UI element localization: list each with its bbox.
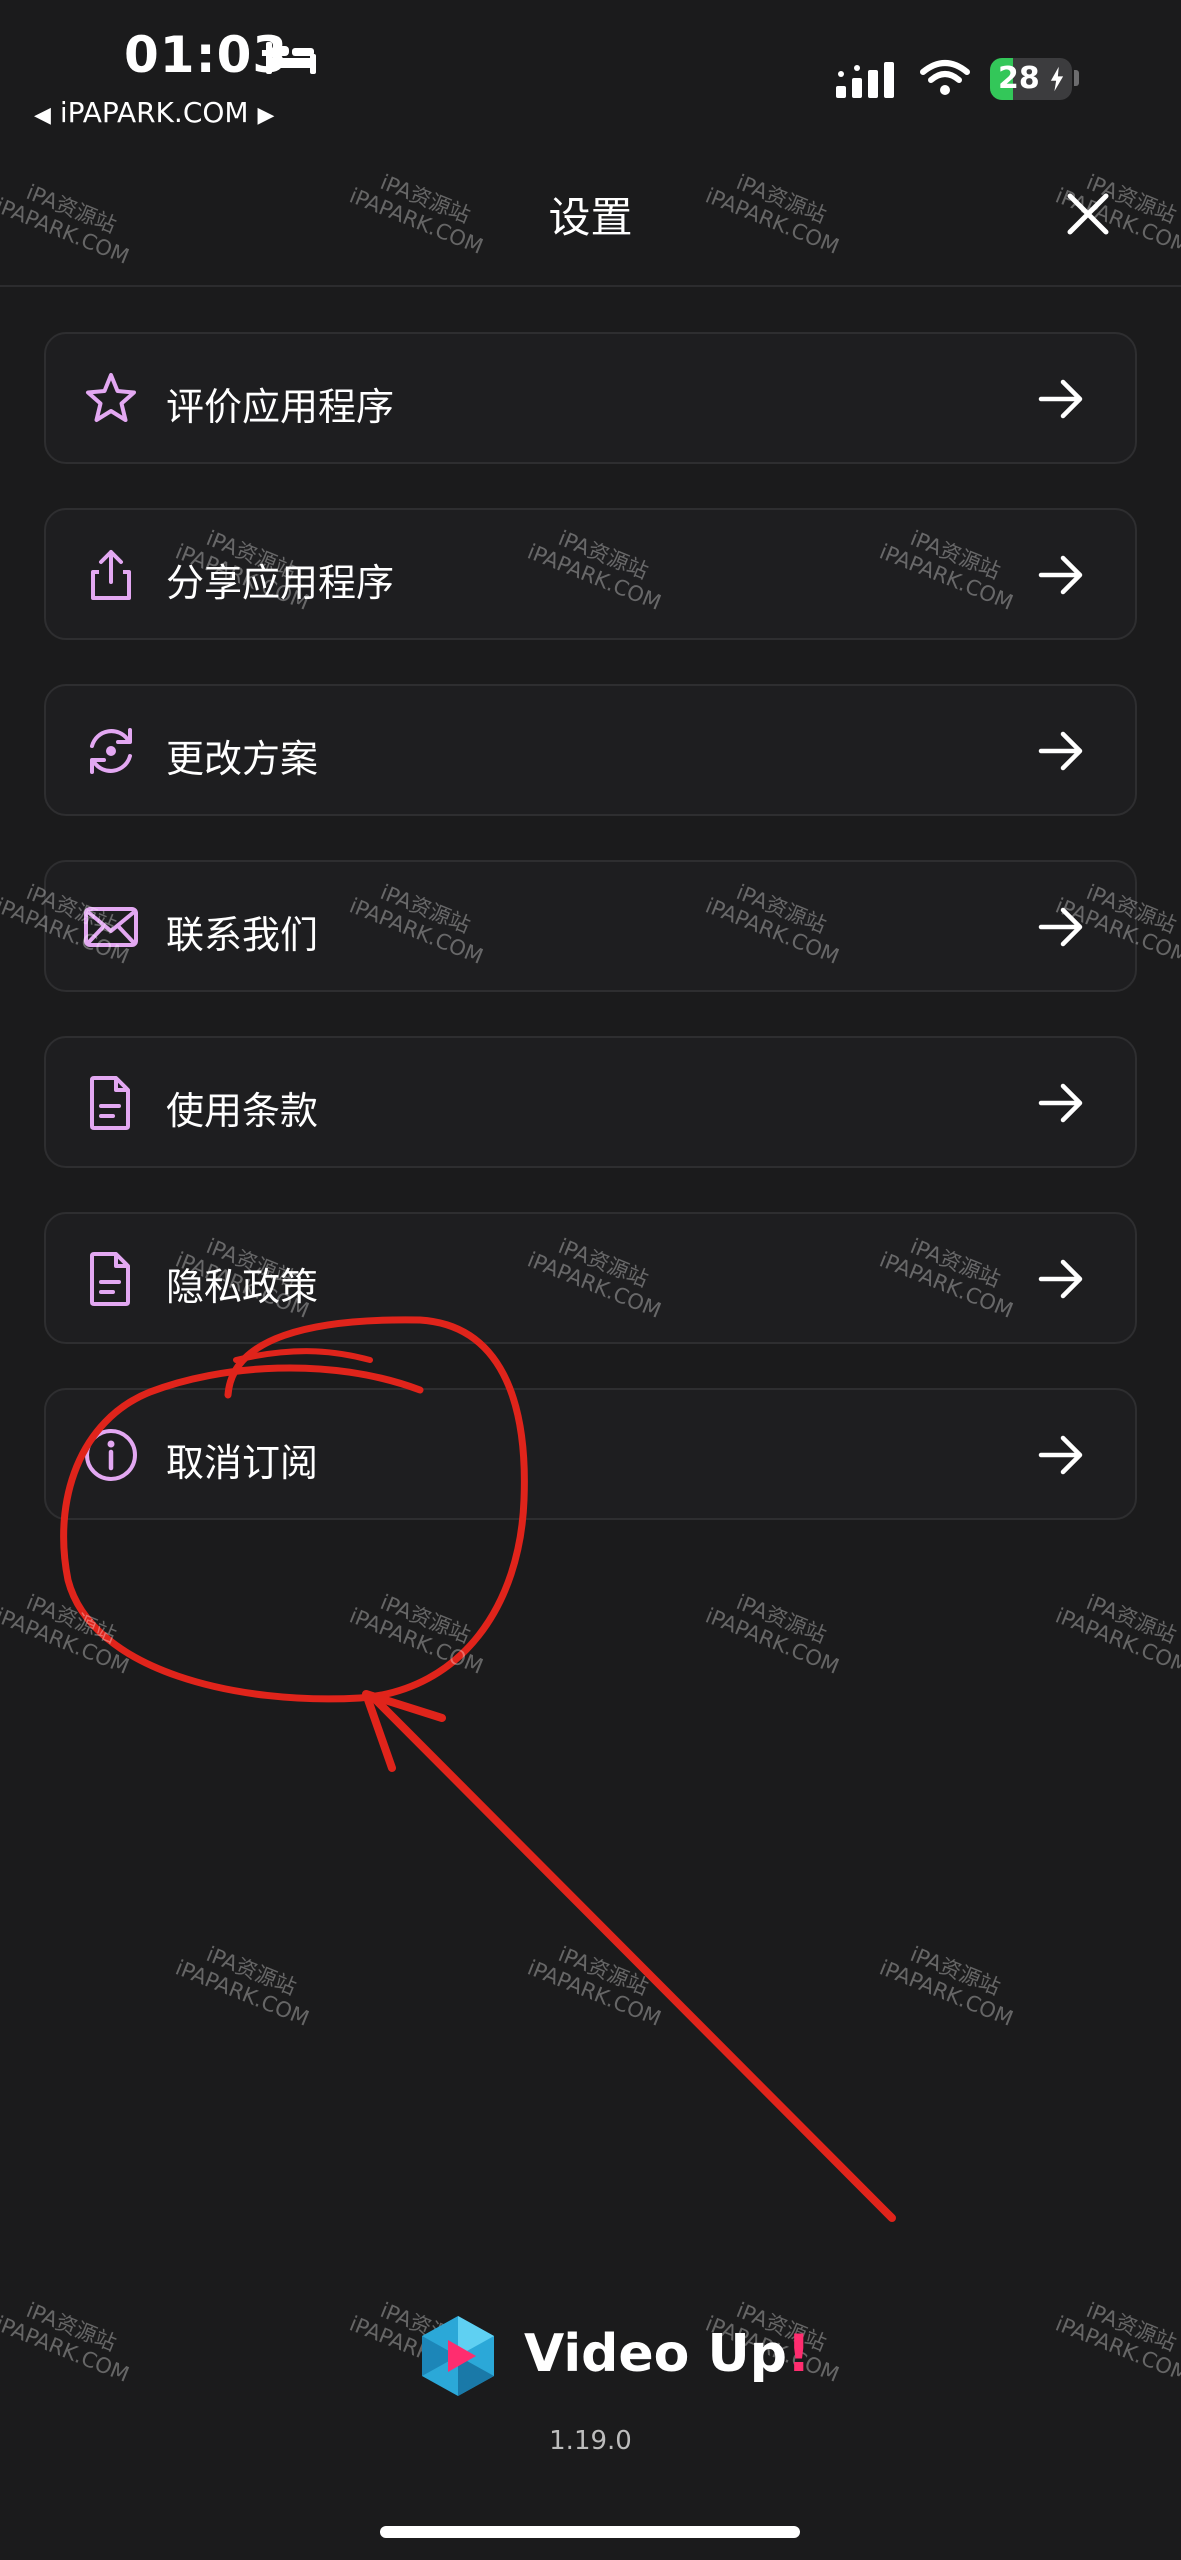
arrow-right-icon	[1038, 555, 1083, 595]
arrow-right-icon	[1038, 1435, 1083, 1475]
contact-us-label: 联系我们	[166, 913, 319, 957]
watermark: iPA资源站 iPAPARK.COM	[346, 1590, 487, 1679]
document-icon	[90, 1252, 130, 1306]
page-title: 设置	[548, 193, 633, 242]
arrow-right-icon	[1038, 1083, 1083, 1123]
watermark: iPA资源站 iPAPARK.COM	[0, 2298, 133, 2387]
status-bar: 01:03 ◀ iPAPARK.COM ▶ 28	[0, 0, 1181, 150]
share-icon	[91, 550, 131, 600]
arrow-right-icon	[1038, 379, 1083, 419]
wifi-icon	[920, 60, 970, 95]
change-plan-item[interactable]: 更改方案	[44, 684, 1137, 816]
arrow-right-icon	[1038, 731, 1083, 771]
change-plan-label: 更改方案	[166, 737, 319, 781]
bed-icon	[266, 42, 316, 74]
battery-cap	[1074, 70, 1079, 86]
document-icon	[90, 1076, 130, 1130]
battery-indicator: 28	[990, 58, 1072, 100]
watermark: iPA资源站 iPAPARK.COM	[0, 1590, 133, 1679]
app-name: Video Up!	[524, 2324, 811, 2384]
cancel-subscription-label: 取消订阅	[166, 1441, 319, 1485]
signal-icon	[836, 62, 894, 98]
back-app-label: iPAPARK.COM	[59, 96, 249, 129]
battery-level: 28	[998, 61, 1040, 96]
cancel-subscription-item[interactable]: 取消订阅	[44, 1388, 1137, 1520]
watermark: iPA资源站 iPAPARK.COM	[524, 1942, 665, 2031]
refresh-icon	[90, 728, 132, 774]
rate-app-item[interactable]: 评价应用程序	[44, 332, 1137, 464]
rate-app-label: 评价应用程序	[166, 385, 395, 429]
battery-charging-icon	[1050, 66, 1064, 92]
terms-of-use-item[interactable]: 使用条款	[44, 1036, 1137, 1168]
back-arrow-icon: ◀	[34, 103, 51, 128]
terms-of-use-label: 使用条款	[166, 1089, 319, 1133]
back-to-app-link[interactable]: ◀ iPAPARK.COM ▶	[34, 96, 274, 129]
star-icon	[86, 373, 136, 422]
info-icon	[85, 1429, 137, 1481]
watermark: iPA资源站 iPAPARK.COM	[876, 1942, 1017, 2031]
arrow-right-icon	[1038, 1259, 1083, 1299]
watermark: iPA资源站 iPAPARK.COM	[702, 1590, 843, 1679]
home-indicator[interactable]	[380, 2526, 800, 2538]
forward-arrow-icon: ▶	[257, 103, 275, 128]
watermark: iPA资源站 iPAPARK.COM	[1052, 2298, 1181, 2387]
app-version: 1.19.0	[549, 2426, 632, 2456]
header-divider	[0, 285, 1181, 287]
contact-us-item[interactable]: 联系我们	[44, 860, 1137, 992]
watermark: iPA资源站 iPAPARK.COM	[172, 1942, 313, 2031]
app-logo	[422, 2316, 494, 2396]
watermark: iPA资源站 iPAPARK.COM	[1052, 1590, 1181, 1679]
settings-list: 评价应用程序 分享应用程序 更改方案 联系我们 使用条款 隐私政策 取消订阅	[44, 332, 1137, 1564]
